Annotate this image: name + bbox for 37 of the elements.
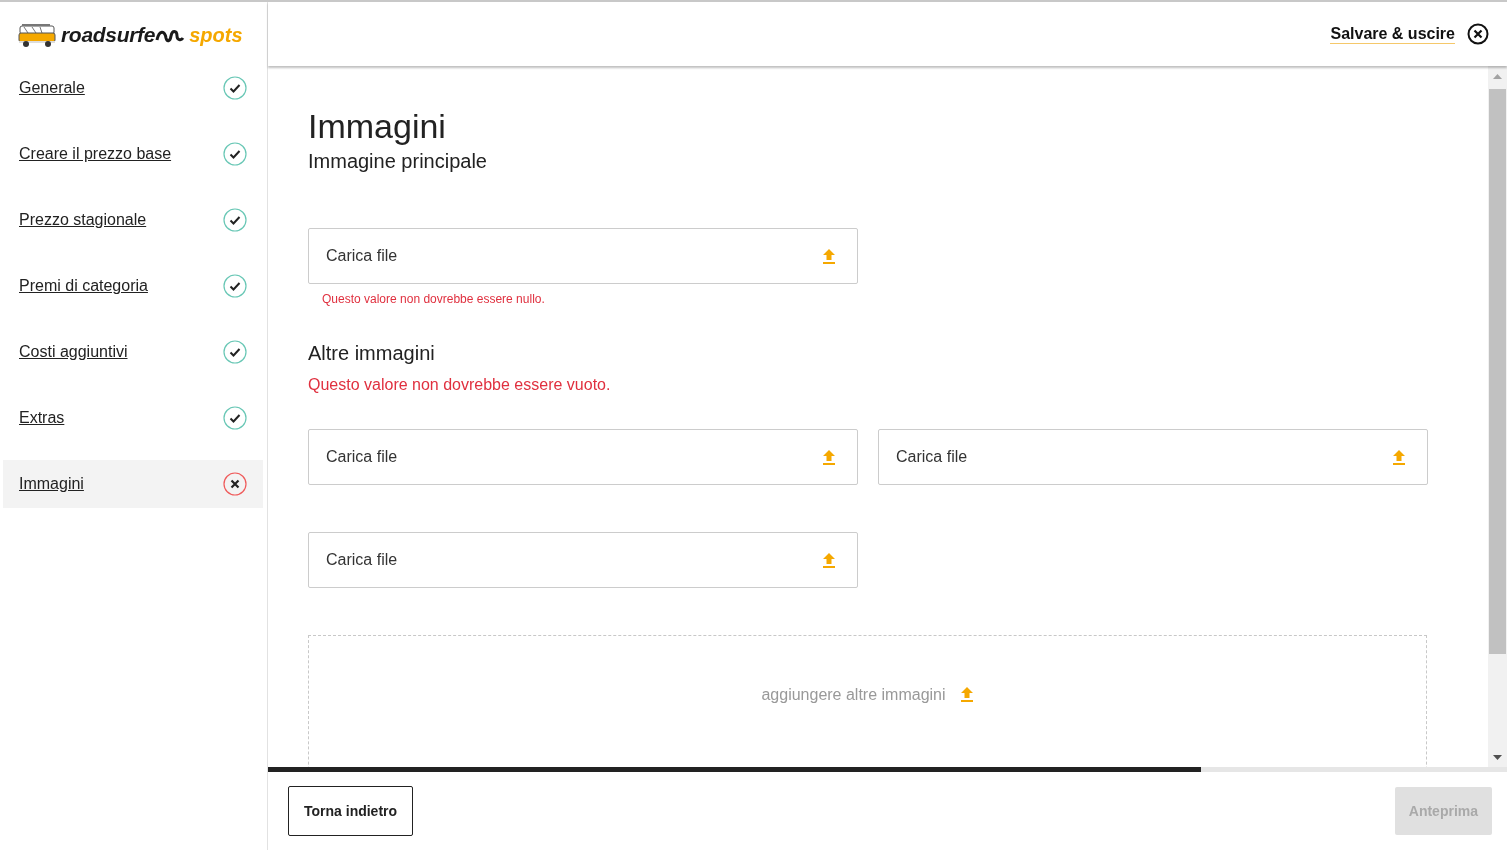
logo-text: roadsurfe [61,23,156,47]
upload-icon [1392,449,1406,465]
upload-field[interactable]: Carica file [308,228,858,284]
sidebar-link[interactable]: Costi aggiuntivi [19,343,128,361]
sidebar-item[interactable]: Prezzo stagionale [3,196,263,244]
error-message: Questo valore non dovrebbe essere nullo. [322,292,546,306]
logo-text: spots [189,23,243,47]
sidebar-item[interactable]: Creare il prezzo base [3,130,263,178]
sidebar-item[interactable]: Costi aggiuntivi [3,328,263,376]
section-heading: Immagine principale [308,149,488,174]
scrollbar[interactable] [1488,66,1507,767]
sidebar-item[interactable]: Premi di categoria [3,262,263,310]
sidebar-item[interactable]: Generale [3,64,263,112]
sidebar-link[interactable]: Immagini [19,475,84,493]
sidebar-link[interactable]: Creare il prezzo base [19,145,172,163]
back-button[interactable]: Torna indietro [288,786,414,836]
scrollbar-thumb[interactable] [1489,89,1506,654]
upload-icon [959,686,974,702]
sidebar-link[interactable]: Premi di categoria [19,277,148,295]
sidebar-item[interactable]: Extras [3,394,263,442]
sidebar-item[interactable]: Immagini [3,460,263,508]
save-exit-link[interactable]: Salvare & uscire [1330,24,1455,44]
upload-field[interactable]: Carica file [308,429,858,485]
close-icon[interactable] [1467,23,1489,45]
sidebar-link[interactable]: Prezzo stagionale [19,211,147,229]
page-title: Immagini [308,106,447,146]
upload-field[interactable]: Carica file [308,532,858,588]
upload-field[interactable]: Carica file [878,429,1428,485]
sidebar-link[interactable]: Extras [19,409,65,427]
upload-icon [822,248,836,264]
error-message: Questo valore non dovrebbe essere vuoto. [308,376,612,394]
drop-zone-text: aggiungere altre immagini [761,686,946,704]
van-icon [18,22,56,48]
upload-icon [822,449,836,465]
section-heading: Altre immagini [308,341,436,366]
upload-icon [822,552,836,568]
sidebar-link[interactable]: Generale [19,79,85,97]
